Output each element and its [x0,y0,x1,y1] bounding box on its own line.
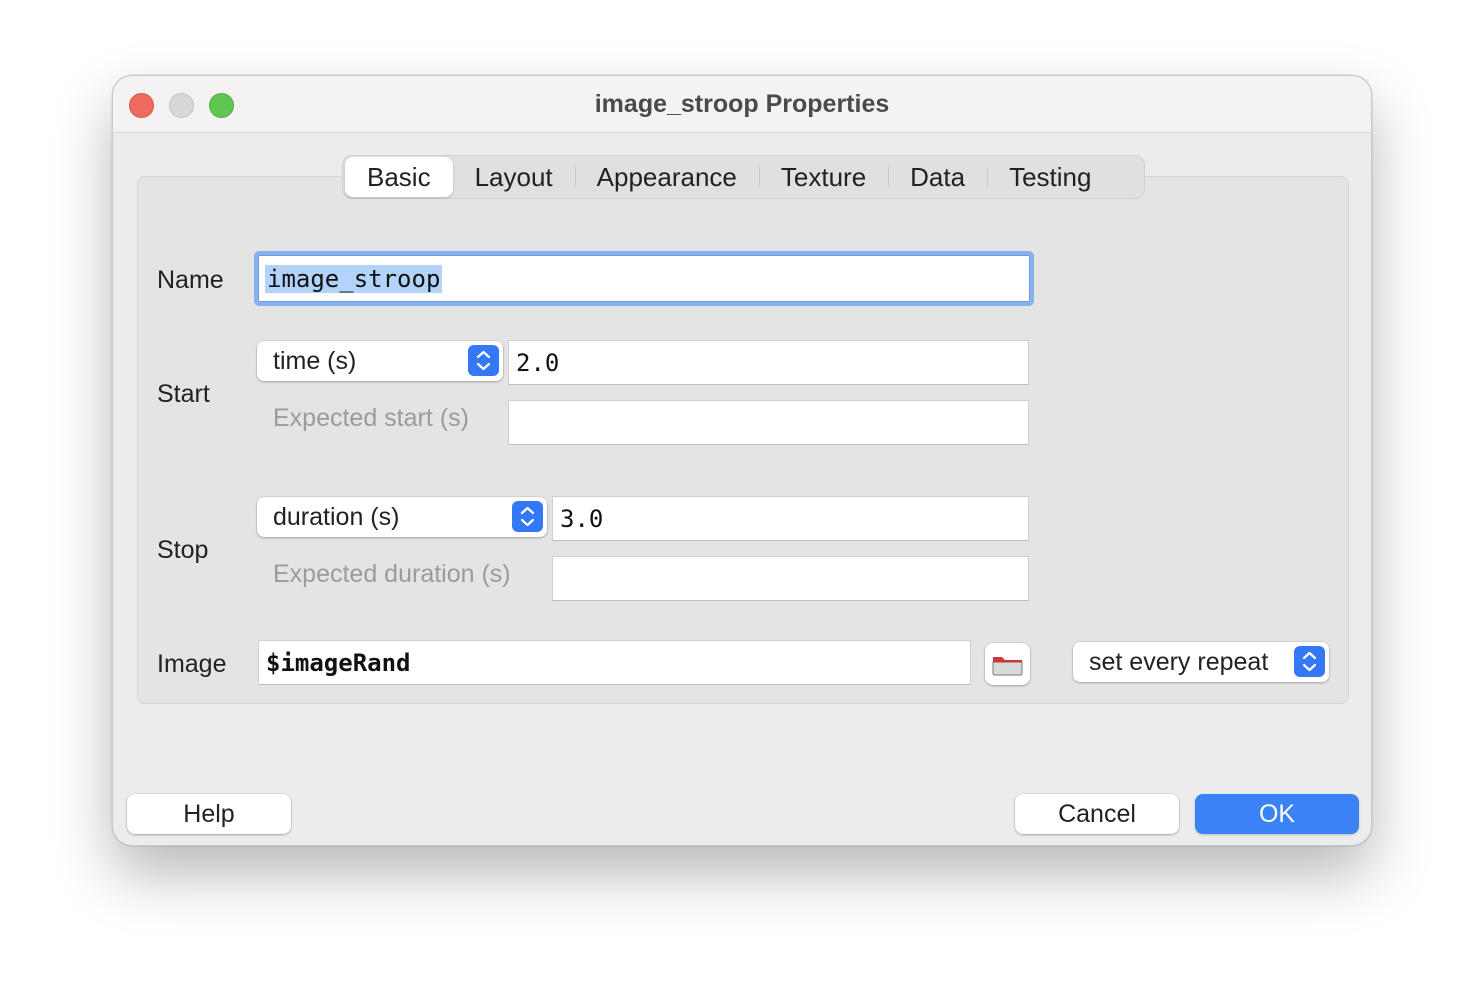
chevron-up-down-icon [1294,646,1325,677]
help-button[interactable]: Help [127,794,291,834]
name-field[interactable]: image_stroop [254,251,1034,306]
expected-start-field[interactable] [508,400,1029,445]
stop-type-value: duration (s) [273,502,400,531]
title-bar: image_stroop Properties [113,76,1371,133]
window-title: image_stroop Properties [594,90,890,118]
stop-type-select[interactable]: duration (s) [257,497,547,537]
chevron-up-down-icon [512,501,543,532]
start-type-value: time (s) [273,346,357,375]
expected-duration-field[interactable] [552,556,1029,601]
tab-bar: Basic Layout Appearance Texture Data Tes… [342,155,1145,199]
tab-testing[interactable]: Testing [987,157,1113,197]
image-value: $imageRand [266,648,411,677]
start-type-select[interactable]: time (s) [257,341,503,381]
image-update-select[interactable]: set every repeat [1073,642,1329,682]
chevron-up-down-icon [468,345,499,376]
tab-data[interactable]: Data [888,157,987,197]
stop-label: Stop [157,536,209,564]
browse-image-button[interactable] [985,643,1030,685]
cancel-button[interactable]: Cancel [1015,794,1179,834]
start-value: 2.0 [516,348,560,377]
ok-button[interactable]: OK [1195,794,1359,834]
tab-appearance[interactable]: Appearance [574,157,759,197]
image-update-value: set every repeat [1089,647,1269,676]
name-field-value: image_stroop [265,264,443,293]
tab-texture[interactable]: Texture [758,157,888,197]
expected-duration-label: Expected duration (s) [273,560,511,588]
image-label: Image [157,650,227,678]
tab-basic[interactable]: Basic [345,157,453,197]
tab-layout[interactable]: Layout [453,157,575,197]
name-label: Name [157,266,224,294]
folder-icon [992,657,1023,676]
start-label: Start [157,380,210,408]
properties-dialog: image_stroop Properties Basic Layout App… [112,75,1372,846]
image-field[interactable]: $imageRand [258,640,971,685]
start-value-field[interactable]: 2.0 [508,340,1029,385]
stop-value-field[interactable]: 3.0 [552,496,1029,541]
stop-value: 3.0 [560,504,604,533]
expected-start-label: Expected start (s) [273,404,469,432]
